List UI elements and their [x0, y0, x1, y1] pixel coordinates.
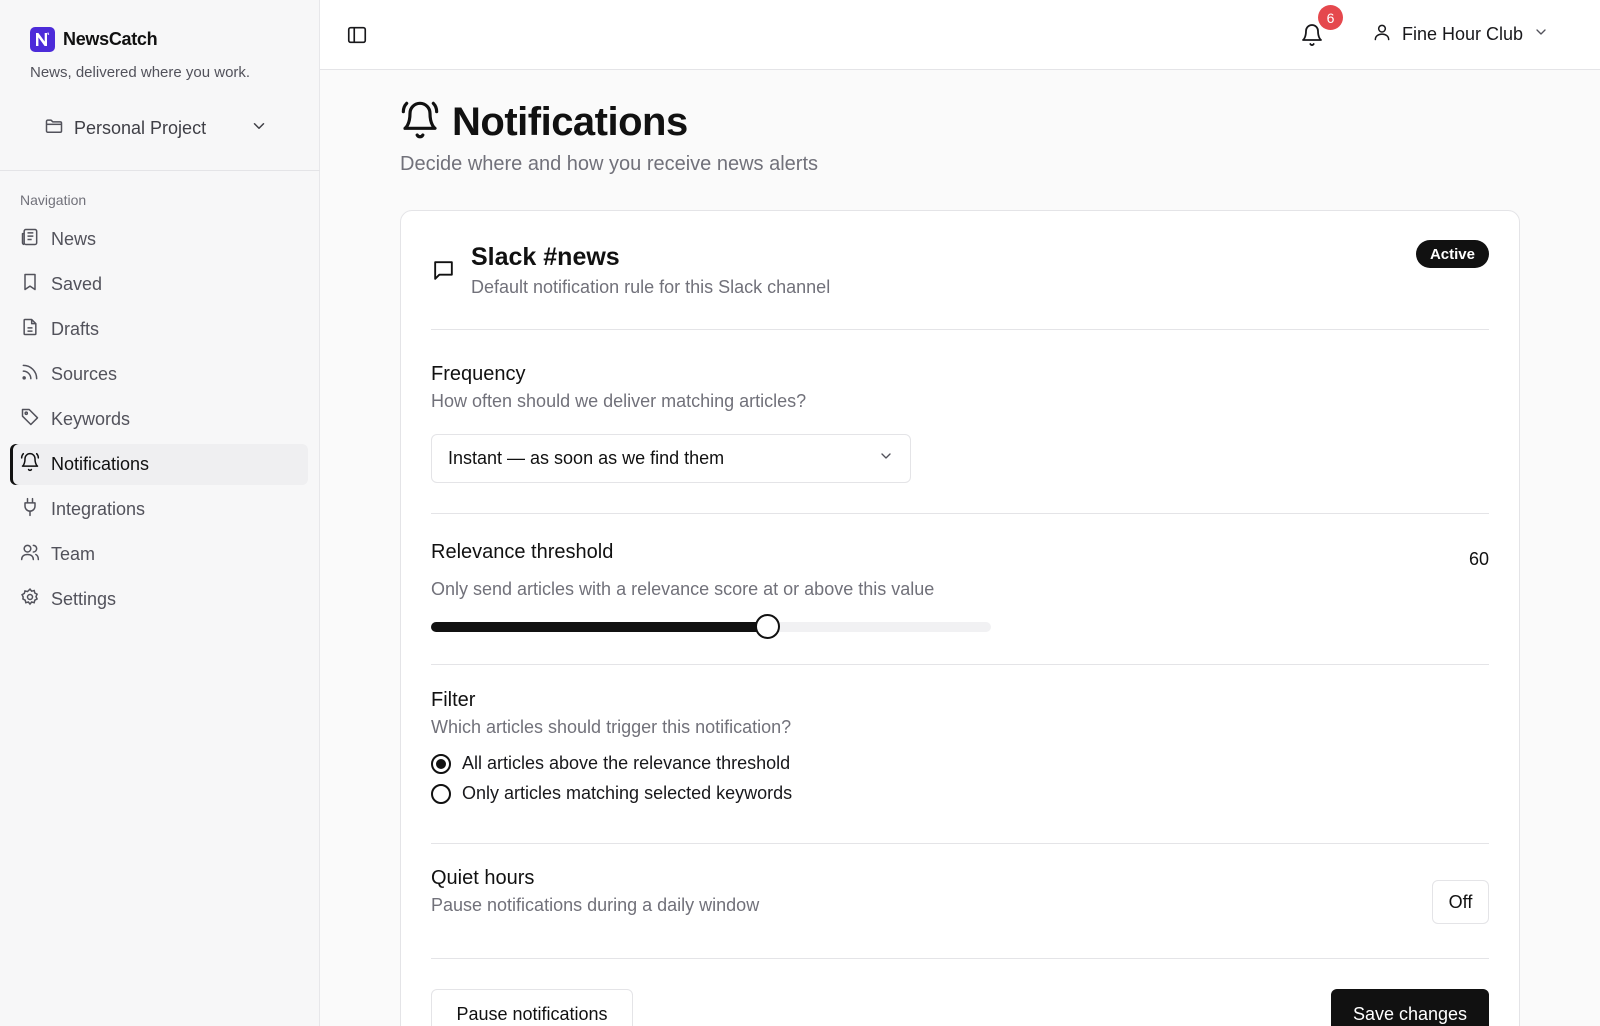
project-switcher[interactable]: Personal Project: [30, 110, 282, 146]
filter-title: Filter: [431, 689, 476, 711]
filter-option-all[interactable]: All articles above the relevance thresho…: [431, 753, 790, 774]
gear-icon: [20, 587, 40, 612]
divider: [431, 513, 1489, 514]
threshold-title: Relevance threshold: [431, 541, 614, 563]
notification-count-badge: 6: [1318, 5, 1343, 30]
divider: [431, 958, 1489, 959]
slider-fill: [431, 622, 767, 632]
page-title: Notifications: [452, 100, 688, 144]
project-label: Personal Project: [74, 117, 207, 138]
pause-notifications-button[interactable]: Pause notifications: [431, 989, 633, 1026]
brand-name: NewsCatch: [63, 29, 158, 49]
plug-icon: [20, 497, 40, 522]
sidebar-toggle-icon[interactable]: [346, 24, 368, 46]
radio-label: Only articles matching selected keywords: [462, 783, 793, 803]
rss-icon: [20, 362, 40, 387]
bookmark-icon: [20, 272, 40, 297]
divider: [431, 329, 1489, 330]
filter-option-keywords[interactable]: Only articles matching selected keywords: [431, 783, 792, 804]
brand[interactable]: NewsCatch: [30, 27, 158, 52]
brand-tagline: News, delivered where you work.: [30, 64, 251, 81]
sidebar-item-team[interactable]: Team: [10, 534, 308, 575]
folder-icon: [44, 116, 64, 141]
slider-thumb[interactable]: [755, 614, 780, 639]
status-badge: Active: [1415, 240, 1489, 268]
sidebar-item-integrations[interactable]: Integrations: [10, 489, 308, 530]
card-description: Default notification rule for this Slack…: [471, 277, 831, 297]
sidebar-item-label: Saved: [51, 274, 103, 294]
newspaper-icon: [20, 227, 40, 252]
sidebar-item-sources[interactable]: Sources: [10, 354, 308, 395]
save-changes-button[interactable]: Save changes: [1331, 989, 1489, 1026]
sidebar-item-label: Drafts: [51, 319, 100, 339]
frequency-select-value: Instant — as soon as we find them: [448, 448, 725, 468]
message-square-icon: [431, 258, 456, 288]
user-icon: [1372, 22, 1392, 47]
frequency-title: Frequency: [431, 363, 526, 385]
quiet-hours-toggle-button[interactable]: Off: [1432, 880, 1489, 924]
tag-icon: [20, 407, 40, 432]
top-bar: 6 Fine Hour Club: [320, 0, 1600, 70]
sidebar-item-drafts[interactable]: Drafts: [10, 309, 308, 350]
sidebar-item-keywords[interactable]: Keywords: [10, 399, 308, 440]
sidebar-item-label: Team: [51, 544, 96, 564]
sidebar-divider: [0, 170, 320, 171]
quiet-hours-title: Quiet hours: [431, 867, 535, 889]
frequency-select[interactable]: Instant — as soon as we find them: [431, 434, 911, 483]
newscatch-logo-icon: [30, 27, 55, 52]
threshold-slider[interactable]: [431, 614, 991, 639]
threshold-value: 60: [1468, 549, 1489, 569]
radio-selected-dot: [436, 758, 446, 769]
sidebar-item-label: Integrations: [51, 499, 146, 519]
bell-ring-icon: [20, 452, 40, 477]
chevron-down-icon: [250, 117, 268, 140]
radio-label: All articles above the relevance thresho…: [462, 753, 791, 773]
sidebar-item-saved[interactable]: Saved: [10, 264, 308, 305]
page-subtitle: Decide where and how you receive news al…: [400, 153, 818, 175]
notification-rule-card: Slack #news Default notification rule fo…: [400, 210, 1520, 1026]
sidebar-item-label: Notifications: [51, 454, 150, 474]
sidebar-nav: News Saved Drafts Sources Keywords Notif…: [10, 219, 308, 624]
page-header: Notifications: [400, 100, 688, 145]
sidebar: NewsCatch News, delivered where you work…: [0, 0, 320, 1026]
account-name: Fine Hour Club: [1402, 24, 1524, 44]
sidebar-item-label: News: [51, 229, 97, 249]
bell-ring-icon: [400, 100, 440, 145]
sidebar-item-notifications[interactable]: Notifications: [10, 444, 308, 485]
account-menu[interactable]: Fine Hour Club: [1372, 22, 1549, 47]
chevron-down-icon: [1533, 24, 1549, 45]
sidebar-item-label: Keywords: [51, 409, 131, 429]
frequency-description: How often should we deliver matching art…: [431, 391, 807, 411]
radio-button[interactable]: [431, 753, 451, 774]
card-title: Slack #news: [471, 243, 620, 271]
filter-description: Which articles should trigger this notif…: [431, 717, 792, 737]
threshold-description: Only send articles with a relevance scor…: [431, 579, 935, 599]
nav-heading: Navigation: [20, 192, 87, 208]
radio-button[interactable]: [431, 783, 451, 804]
sidebar-item-label: Sources: [51, 364, 118, 384]
divider: [431, 843, 1489, 844]
quiet-hours-description: Pause notifications during a daily windo…: [431, 895, 760, 915]
file-text-icon: [20, 317, 40, 342]
chevron-down-icon: [878, 448, 894, 469]
users-icon: [20, 542, 40, 567]
sidebar-item-label: Settings: [51, 589, 117, 609]
divider: [431, 664, 1489, 665]
main-content: Notifications Decide where and how you r…: [320, 70, 1600, 1026]
sidebar-item-news[interactable]: News: [10, 219, 308, 260]
sidebar-item-settings[interactable]: Settings: [10, 579, 308, 620]
